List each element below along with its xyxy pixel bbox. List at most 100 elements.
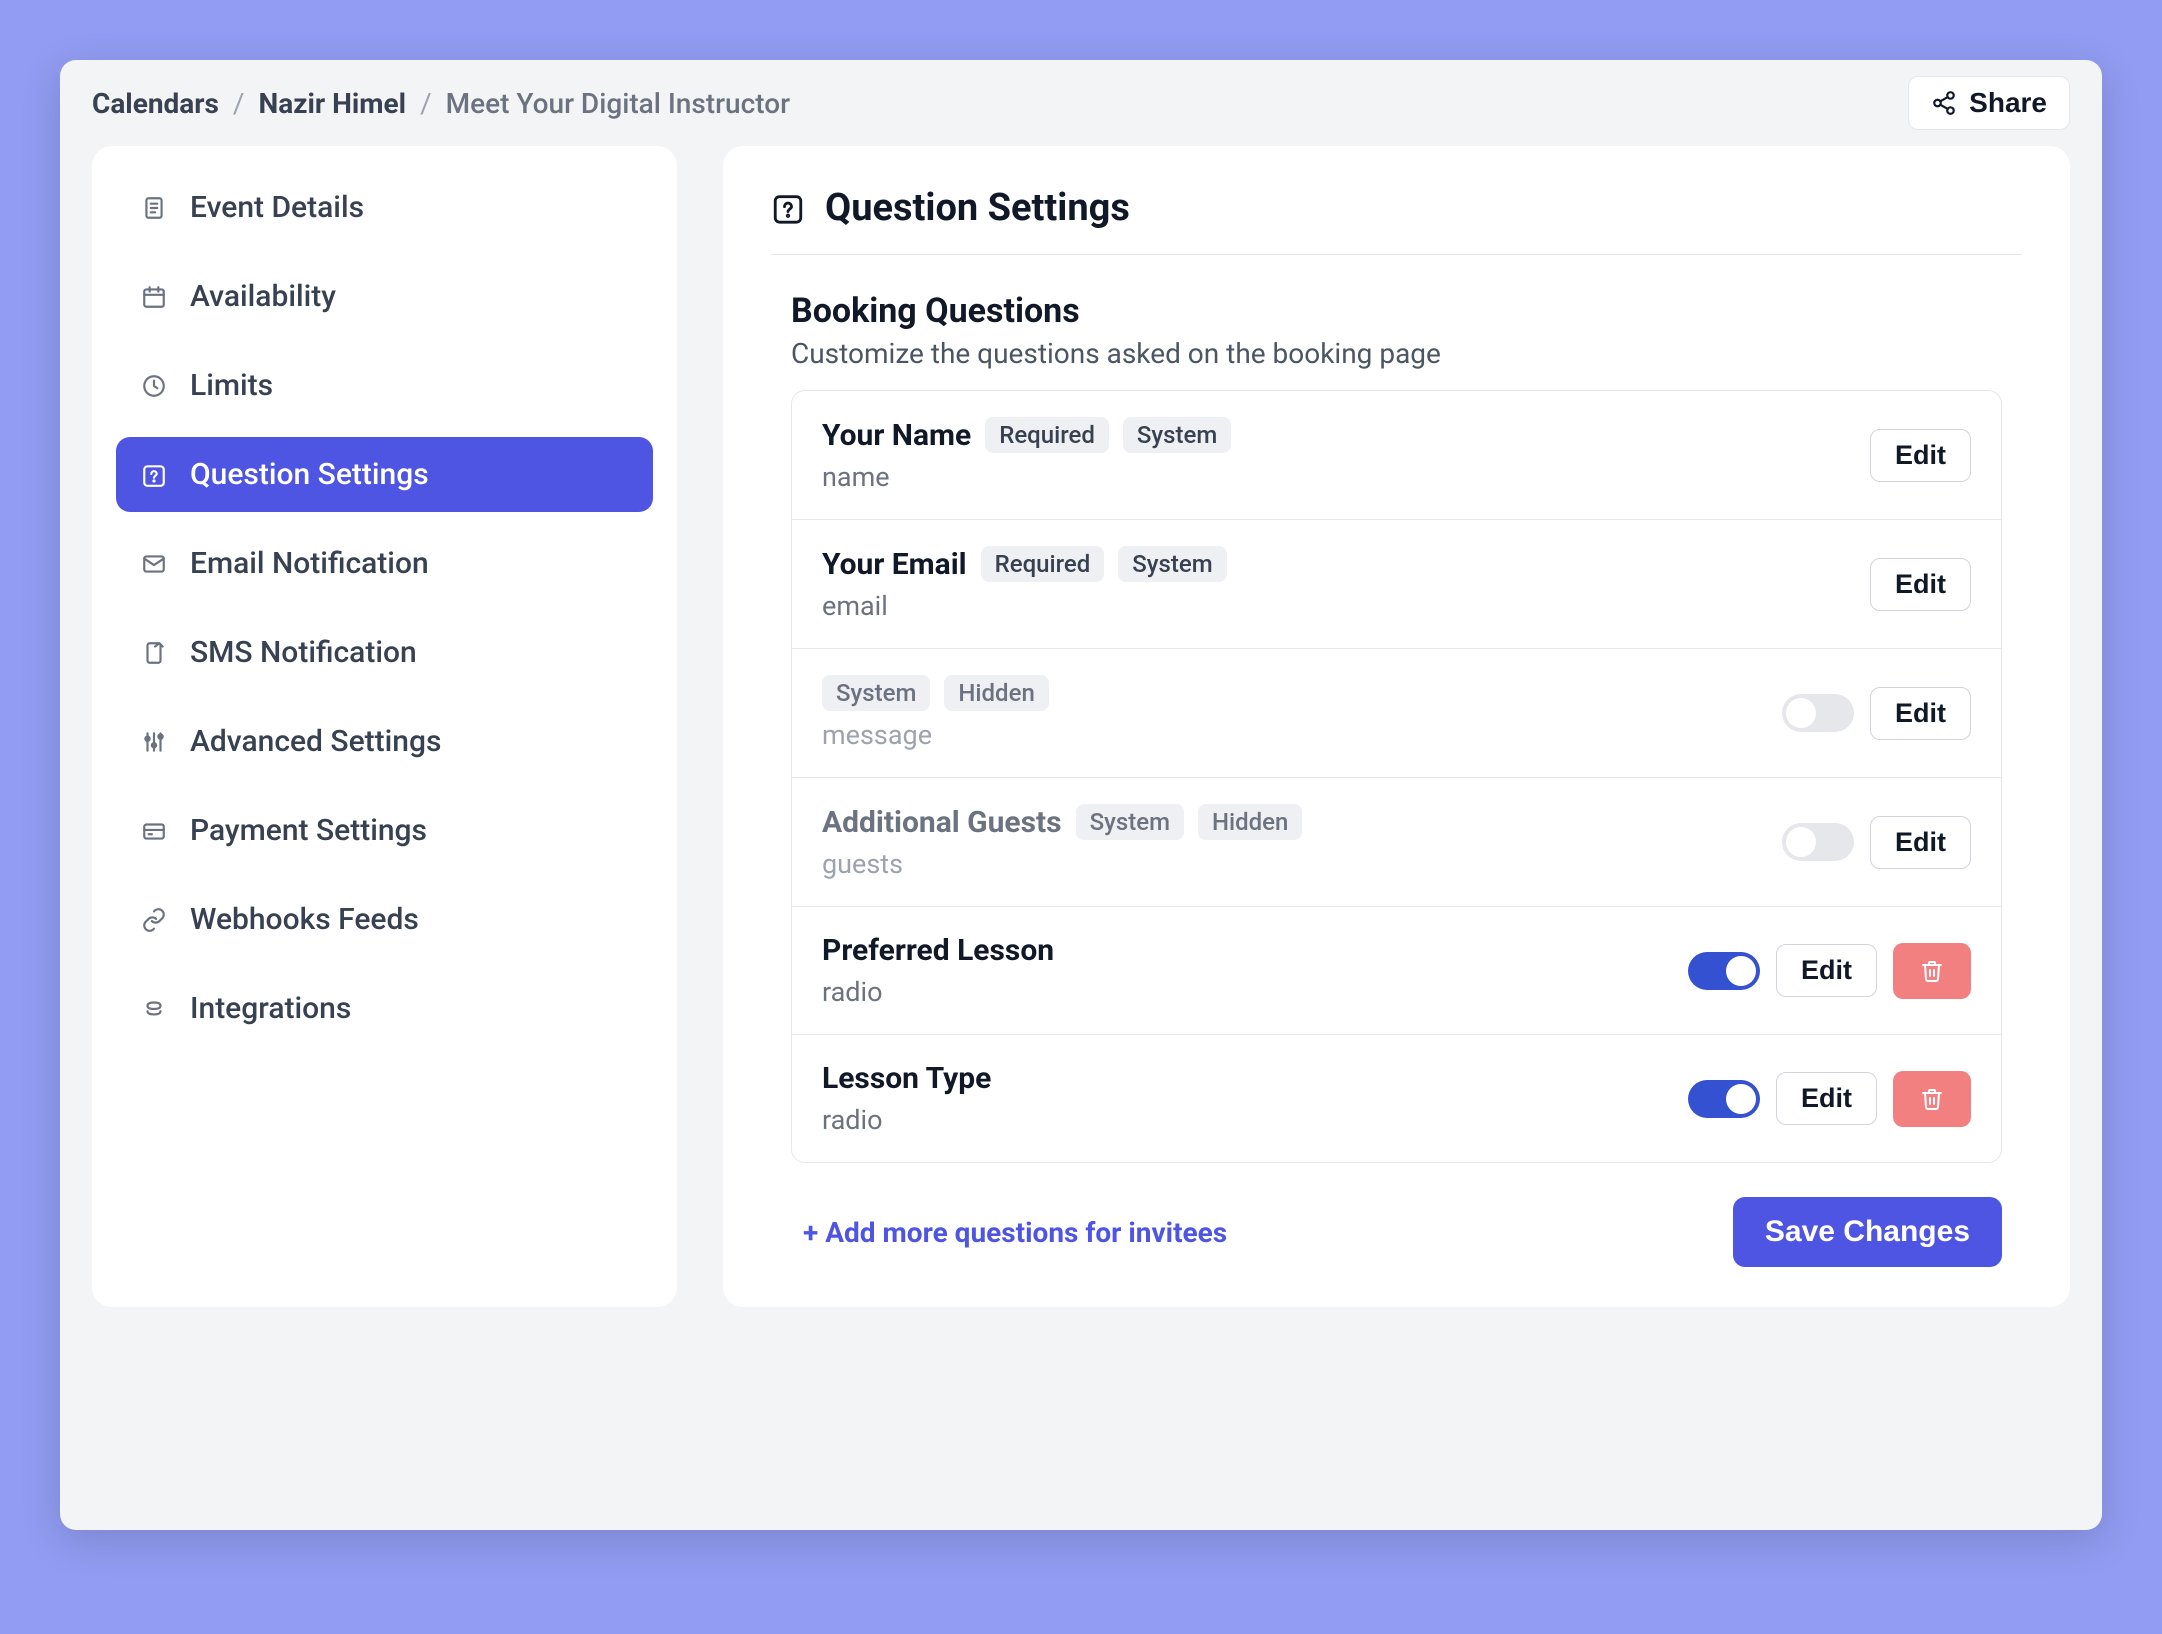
question-info: Your Name Required System name [822, 417, 1231, 493]
edit-question-button[interactable]: Edit [1776, 944, 1877, 997]
toggle-knob [1786, 698, 1816, 728]
edit-question-button[interactable]: Edit [1870, 429, 1971, 482]
credit-card-icon [140, 817, 168, 845]
share-label: Share [1969, 87, 2047, 119]
question-toggle[interactable] [1688, 952, 1760, 990]
badge-system: System [1123, 417, 1231, 453]
question-actions: Edit [1782, 687, 1971, 740]
toggle-knob [1786, 827, 1816, 857]
sidebar-item-label: Payment Settings [190, 813, 427, 848]
badge-hidden: Hidden [944, 675, 1048, 711]
sidebar-item-label: Integrations [190, 991, 351, 1026]
breadcrumb-current: Meet Your Digital Instructor [446, 87, 790, 120]
breadcrumb-separator: / [233, 87, 245, 120]
question-field-name: radio [822, 976, 1054, 1008]
question-row: Lesson Type radio Edit [792, 1035, 2001, 1162]
add-question-link[interactable]: + Add more questions for invitees [803, 1216, 1227, 1249]
file-text-icon [140, 194, 168, 222]
top-bar: Calendars / Nazir Himel / Meet Your Digi… [60, 60, 2102, 146]
save-changes-button[interactable]: Save Changes [1733, 1197, 2002, 1267]
question-toggle[interactable] [1688, 1080, 1760, 1118]
question-field-name: email [822, 590, 1227, 622]
question-field-name: guests [822, 848, 1302, 880]
edit-question-button[interactable]: Edit [1870, 816, 1971, 869]
layers-icon [140, 995, 168, 1023]
share-icon [1931, 90, 1957, 116]
question-title: Your Name [822, 418, 971, 453]
question-title-line: SystemHidden [822, 675, 1049, 711]
question-title-line: Your Name Required System [822, 417, 1231, 453]
mobile-icon [140, 639, 168, 667]
clock-icon [140, 372, 168, 400]
footer-row: + Add more questions for invitees Save C… [791, 1163, 2002, 1267]
question-info: SystemHidden message [822, 675, 1049, 751]
sidebar-item-label: Event Details [190, 190, 364, 225]
sidebar-item-advanced-settings[interactable]: Advanced Settings [116, 704, 653, 779]
edit-question-button[interactable]: Edit [1870, 687, 1971, 740]
sidebar-item-label: Webhooks Feeds [190, 902, 419, 937]
page-title: Question Settings [825, 186, 1130, 230]
sidebar-item-availability[interactable]: Availability [116, 259, 653, 334]
sidebar-item-label: SMS Notification [190, 635, 417, 670]
question-actions: Edit [1782, 816, 1971, 869]
question-row: Preferred Lesson radio Edit [792, 907, 2001, 1035]
sidebar-item-limits[interactable]: Limits [116, 348, 653, 423]
question-field-name: radio [822, 1104, 991, 1136]
sidebar-item-question-settings[interactable]: Question Settings [116, 437, 653, 512]
section-title: Booking Questions [791, 291, 2002, 331]
sidebar-item-webhooks-feeds[interactable]: Webhooks Feeds [116, 882, 653, 957]
question-title-line: Preferred Lesson [822, 933, 1054, 968]
breadcrumb-root[interactable]: Calendars [92, 87, 219, 120]
question-title-line: Your Email Required System [822, 546, 1227, 582]
sidebar-item-payment-settings[interactable]: Payment Settings [116, 793, 653, 868]
edit-question-button[interactable]: Edit [1776, 1072, 1877, 1125]
sidebar-item-sms-notification[interactable]: SMS Notification [116, 615, 653, 690]
trash-icon [1920, 1087, 1944, 1111]
question-row: Additional GuestsSystemHidden guests Edit [792, 778, 2001, 907]
breadcrumb-separator: / [420, 87, 432, 120]
sidebar-item-event-details[interactable]: Event Details [116, 170, 653, 245]
calendar-question-icon [771, 191, 805, 225]
question-actions: Edit [1870, 429, 1971, 482]
calendar-question-icon [140, 461, 168, 489]
badge-required: Required [981, 546, 1105, 582]
badge-system: System [1118, 546, 1226, 582]
breadcrumb-person[interactable]: Nazir Himel [258, 87, 406, 120]
question-title-line: Lesson Type [822, 1061, 991, 1096]
sidebar-item-label: Advanced Settings [190, 724, 441, 759]
calendar-icon [140, 283, 168, 311]
question-info: Preferred Lesson radio [822, 933, 1054, 1008]
question-toggle[interactable] [1782, 694, 1854, 732]
question-title: Your Email [822, 547, 967, 582]
app-frame: Calendars / Nazir Himel / Meet Your Digi… [60, 60, 2102, 1530]
share-button[interactable]: Share [1908, 76, 2070, 130]
link-icon [140, 906, 168, 934]
mail-icon [140, 550, 168, 578]
question-row: Your Email Required System email Edit [792, 520, 2001, 649]
question-title: Additional Guests [822, 805, 1062, 840]
sidebar-item-integrations[interactable]: Integrations [116, 971, 653, 1046]
question-title-line: Additional GuestsSystemHidden [822, 804, 1302, 840]
question-list: Your NameRequiredSystemnameEditYour Emai… [791, 390, 2002, 1163]
section-booking-questions: Booking Questions Customize the question… [771, 255, 2022, 1267]
delete-question-button[interactable] [1893, 1071, 1971, 1127]
toggle-knob [1726, 956, 1756, 986]
sidebar-item-email-notification[interactable]: Email Notification [116, 526, 653, 601]
page-heading: Question Settings [771, 186, 2022, 255]
question-title: Lesson Type [822, 1061, 991, 1096]
question-info: Lesson Type radio [822, 1061, 991, 1136]
delete-question-button[interactable] [1893, 943, 1971, 999]
badge-hidden: Hidden [1198, 804, 1302, 840]
edit-question-button[interactable]: Edit [1870, 558, 1971, 611]
question-field-name: message [822, 719, 1049, 751]
question-field-name: name [822, 461, 1231, 493]
question-row: Your Name Required System name Edit [792, 391, 2001, 520]
question-title: Preferred Lesson [822, 933, 1054, 968]
badge-required: Required [985, 417, 1109, 453]
section-subtitle: Customize the questions asked on the boo… [791, 337, 2002, 370]
question-toggle[interactable] [1782, 823, 1854, 861]
breadcrumb: Calendars / Nazir Himel / Meet Your Digi… [92, 87, 790, 120]
question-row: SystemHidden message Edit [792, 649, 2001, 778]
sliders-icon [140, 728, 168, 756]
sidebar-item-label: Email Notification [190, 546, 429, 581]
